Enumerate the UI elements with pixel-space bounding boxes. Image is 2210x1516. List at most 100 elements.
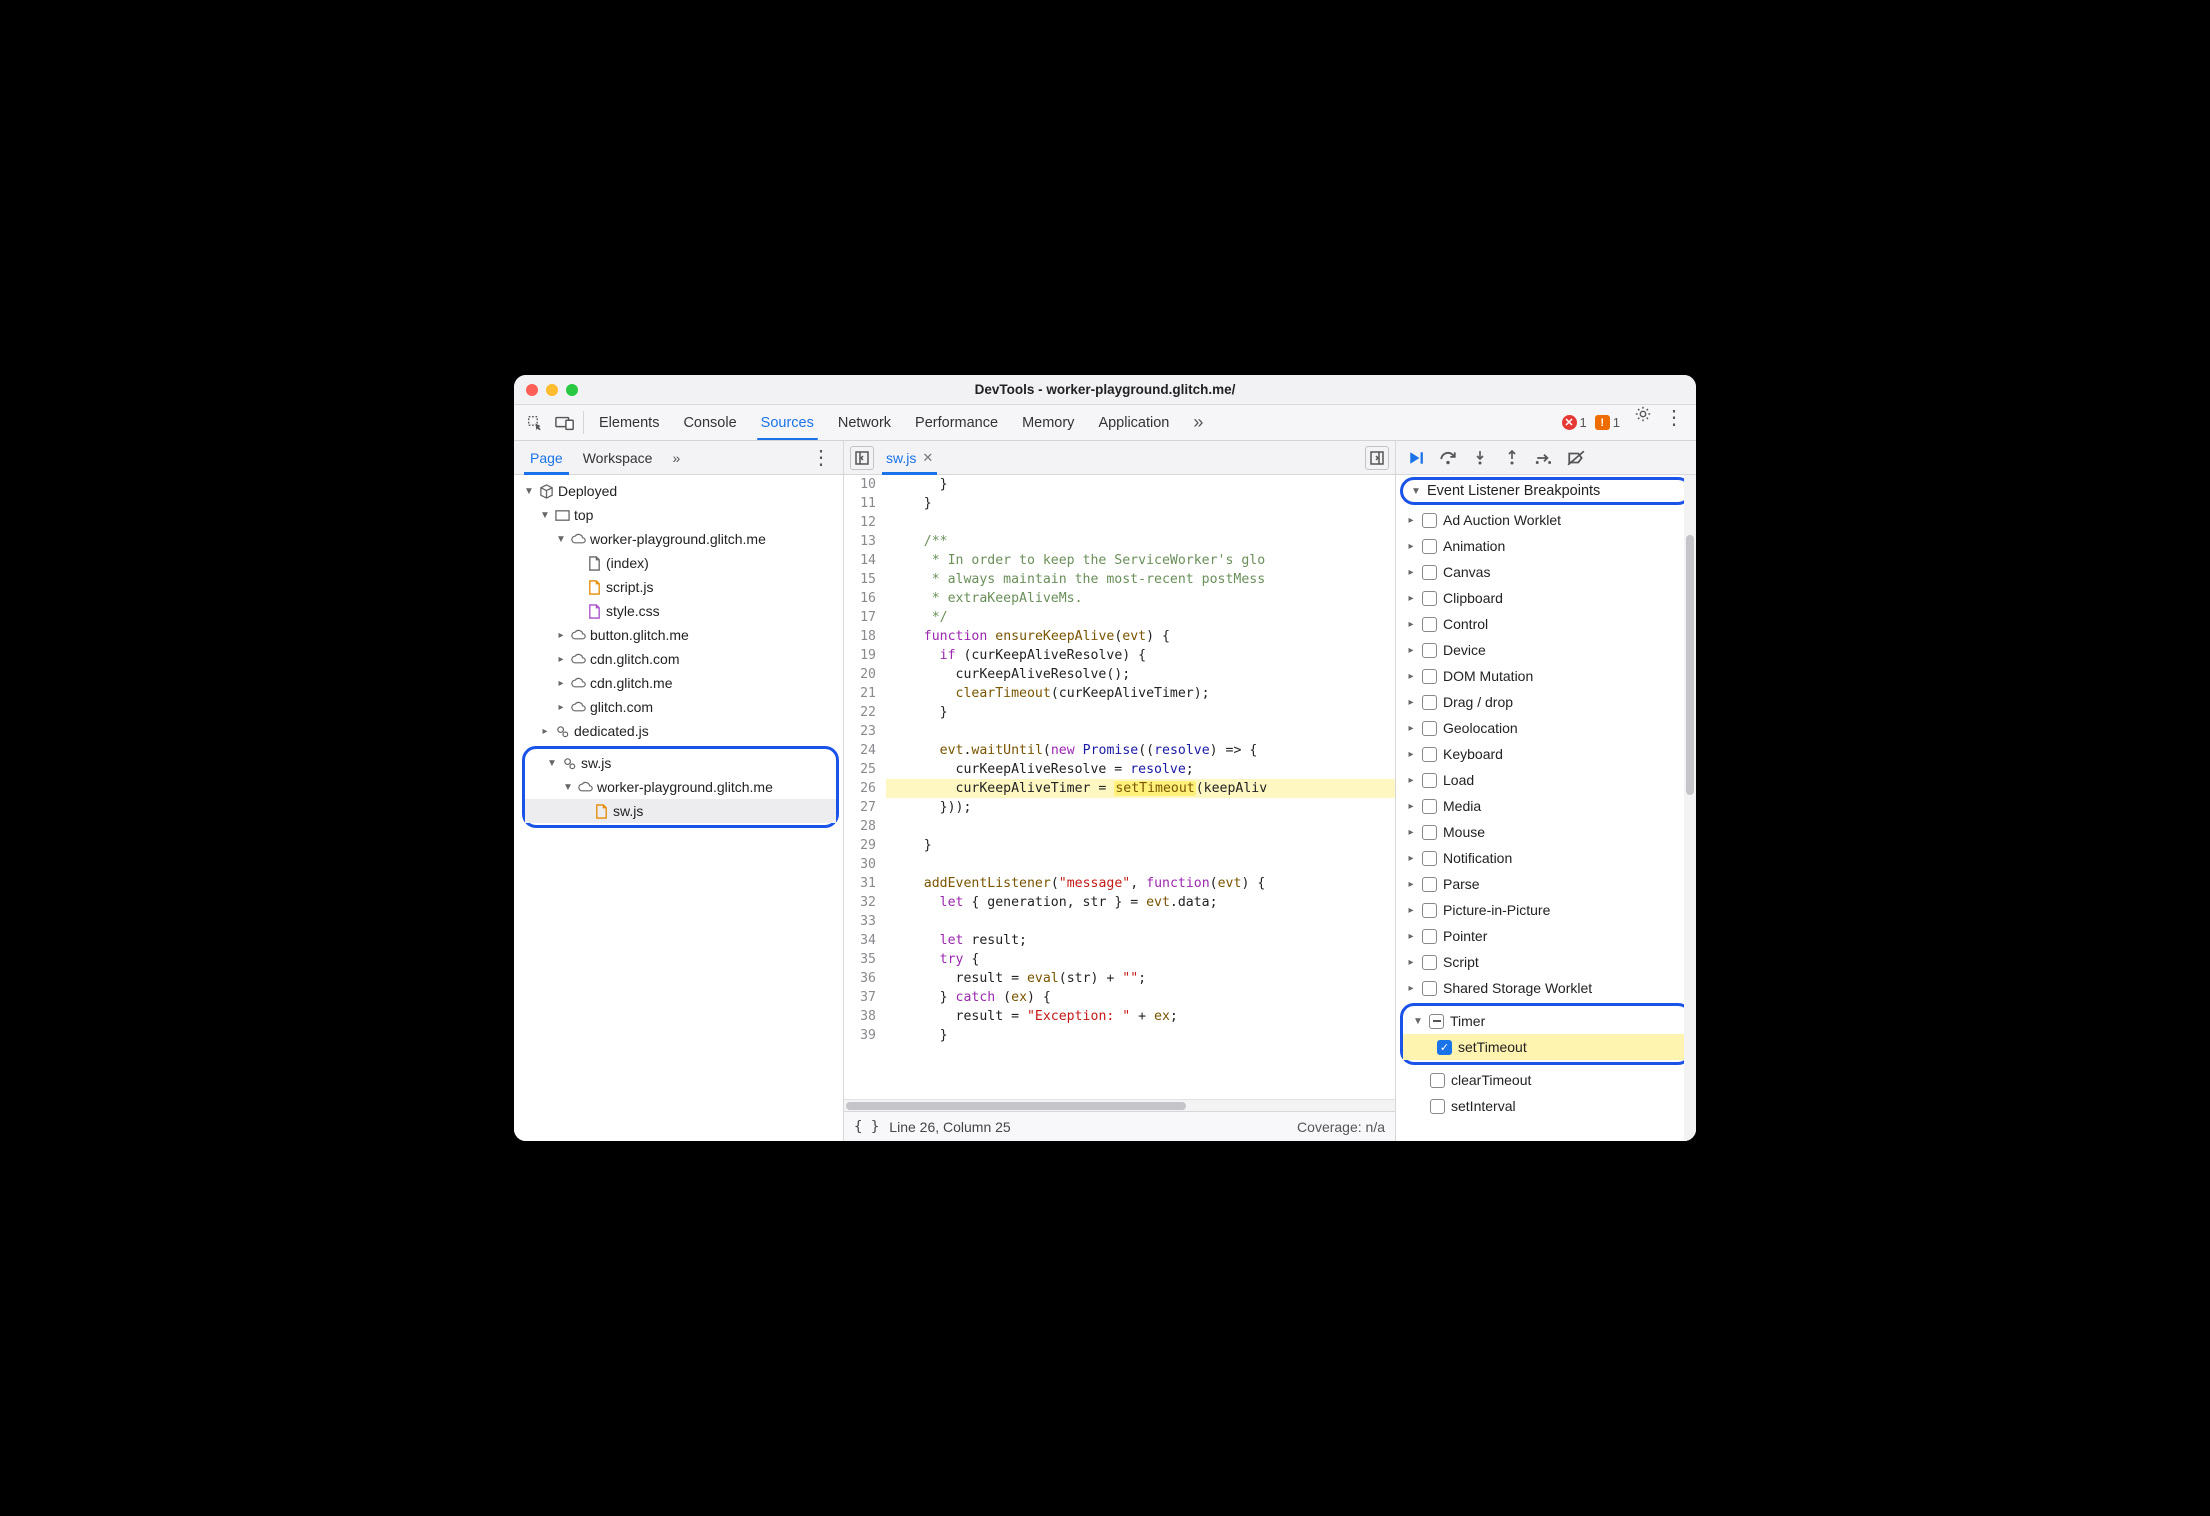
tree-glitch-com[interactable]: ▸ glitch.com bbox=[518, 695, 843, 719]
checkbox-checked-icon[interactable]: ✓ bbox=[1437, 1040, 1452, 1055]
checkbox-icon[interactable] bbox=[1430, 1073, 1445, 1088]
checkbox-icon[interactable] bbox=[1422, 747, 1437, 762]
tree-sw-root[interactable]: ▼ sw.js bbox=[525, 751, 836, 775]
step-into-icon[interactable] bbox=[1470, 448, 1490, 468]
error-counter[interactable]: ✕ 1 bbox=[1562, 405, 1587, 440]
checkbox-icon[interactable] bbox=[1422, 955, 1437, 970]
code-line[interactable]: 35 try { bbox=[844, 950, 1395, 969]
vertical-scrollbar[interactable] bbox=[1684, 475, 1696, 1141]
event-category[interactable]: ▸Script bbox=[1396, 949, 1696, 975]
tree-top[interactable]: ▼ top bbox=[518, 503, 843, 527]
code-line[interactable]: 12 bbox=[844, 513, 1395, 532]
code-line[interactable]: 22 } bbox=[844, 703, 1395, 722]
tree-sw-file[interactable]: ▸ sw.js bbox=[525, 799, 836, 823]
code-line[interactable]: 23 bbox=[844, 722, 1395, 741]
checkbox-icon[interactable] bbox=[1422, 981, 1437, 996]
step-icon[interactable] bbox=[1534, 448, 1554, 468]
tree-dedicated[interactable]: ▸ dedicated.js bbox=[518, 719, 843, 743]
code-line[interactable]: 11 } bbox=[844, 494, 1395, 513]
subtabs-overflow[interactable]: » bbox=[662, 441, 690, 475]
event-category[interactable]: ▸Ad Auction Worklet bbox=[1396, 507, 1696, 533]
checkbox-icon[interactable] bbox=[1422, 565, 1437, 580]
code-line[interactable]: 32 let { generation, str } = evt.data; bbox=[844, 893, 1395, 912]
code-line[interactable]: 39 } bbox=[844, 1026, 1395, 1045]
close-window-button[interactable] bbox=[526, 384, 538, 396]
event-category[interactable]: ▸Keyboard bbox=[1396, 741, 1696, 767]
tree-index[interactable]: ▸ (index) bbox=[518, 551, 843, 575]
code-line[interactable]: 37 } catch (ex) { bbox=[844, 988, 1395, 1007]
code-line[interactable]: 14 * In order to keep the ServiceWorker'… bbox=[844, 551, 1395, 570]
toggle-debugger-icon[interactable] bbox=[1365, 446, 1389, 470]
event-category[interactable]: ▸Canvas bbox=[1396, 559, 1696, 585]
event-category[interactable]: ▸Device bbox=[1396, 637, 1696, 663]
tab-network[interactable]: Network bbox=[826, 405, 903, 440]
event-category[interactable]: ▸Drag / drop bbox=[1396, 689, 1696, 715]
step-out-icon[interactable] bbox=[1502, 448, 1522, 468]
file-tree[interactable]: ▼ Deployed ▼ top ▼ bbox=[514, 475, 843, 1141]
tree-cdn-me[interactable]: ▸ cdn.glitch.me bbox=[518, 671, 843, 695]
event-category[interactable]: ▸Shared Storage Worklet bbox=[1396, 975, 1696, 1001]
checkbox-icon[interactable] bbox=[1422, 617, 1437, 632]
code-line[interactable]: 20 curKeepAliveResolve(); bbox=[844, 665, 1395, 684]
checkbox-icon[interactable] bbox=[1422, 825, 1437, 840]
event-category[interactable]: ▸Mouse bbox=[1396, 819, 1696, 845]
code-line[interactable]: 13 /** bbox=[844, 532, 1395, 551]
close-tab-icon[interactable]: ✕ bbox=[922, 450, 933, 466]
scrollbar-thumb[interactable] bbox=[846, 1102, 1186, 1110]
device-toolbar-icon[interactable] bbox=[550, 405, 580, 441]
event-category[interactable]: ▸Notification bbox=[1396, 845, 1696, 871]
toggle-navigator-icon[interactable] bbox=[850, 446, 874, 470]
navigator-more-icon[interactable]: ⋮ bbox=[805, 445, 837, 470]
tab-console[interactable]: Console bbox=[671, 405, 748, 440]
code-line[interactable]: 34 let result; bbox=[844, 931, 1395, 950]
checkbox-icon[interactable] bbox=[1422, 695, 1437, 710]
subtab-page[interactable]: Page bbox=[520, 441, 573, 475]
tab-application[interactable]: Application bbox=[1086, 405, 1181, 440]
deactivate-breakpoints-icon[interactable] bbox=[1566, 448, 1586, 468]
code-line[interactable]: 10 } bbox=[844, 475, 1395, 494]
zoom-window-button[interactable] bbox=[566, 384, 578, 396]
event-category[interactable]: ▸Clipboard bbox=[1396, 585, 1696, 611]
scrollbar-thumb[interactable] bbox=[1686, 535, 1694, 795]
settings-gear-icon[interactable] bbox=[1628, 405, 1658, 440]
tree-stylecss[interactable]: ▸ style.css bbox=[518, 599, 843, 623]
event-category[interactable]: ▸Media bbox=[1396, 793, 1696, 819]
code-line[interactable]: 36 result = eval(str) + ""; bbox=[844, 969, 1395, 988]
event-category[interactable]: ▸Pointer bbox=[1396, 923, 1696, 949]
inspect-element-icon[interactable] bbox=[520, 405, 550, 441]
code-line[interactable]: 24 evt.waitUntil(new Promise((resolve) =… bbox=[844, 741, 1395, 760]
checkbox-icon[interactable] bbox=[1422, 591, 1437, 606]
editor-tab-swjs[interactable]: sw.js ✕ bbox=[878, 441, 941, 475]
event-category[interactable]: ▸Control bbox=[1396, 611, 1696, 637]
step-over-icon[interactable] bbox=[1438, 448, 1458, 468]
checkbox-icon[interactable] bbox=[1430, 1099, 1445, 1114]
checkbox-icon[interactable] bbox=[1422, 851, 1437, 866]
checkbox-indeterminate-icon[interactable] bbox=[1429, 1014, 1444, 1029]
checkbox-icon[interactable] bbox=[1422, 513, 1437, 528]
minimize-window-button[interactable] bbox=[546, 384, 558, 396]
more-menu-icon[interactable]: ⋮ bbox=[1658, 405, 1690, 440]
event-setinterval[interactable]: setInterval bbox=[1396, 1093, 1696, 1119]
event-category[interactable]: ▸Geolocation bbox=[1396, 715, 1696, 741]
tree-button-glitch[interactable]: ▸ button.glitch.me bbox=[518, 623, 843, 647]
event-category[interactable]: ▸Parse bbox=[1396, 871, 1696, 897]
checkbox-icon[interactable] bbox=[1422, 669, 1437, 684]
code-line[interactable]: 28 bbox=[844, 817, 1395, 836]
tree-sw-origin[interactable]: ▼ worker-playground.glitch.me bbox=[525, 775, 836, 799]
code-line[interactable]: 21 clearTimeout(curKeepAliveTimer); bbox=[844, 684, 1395, 703]
checkbox-icon[interactable] bbox=[1422, 539, 1437, 554]
tree-cdn-com[interactable]: ▸ cdn.glitch.com bbox=[518, 647, 843, 671]
code-line[interactable]: 27 })); bbox=[844, 798, 1395, 817]
code-line[interactable]: 30 bbox=[844, 855, 1395, 874]
horizontal-scrollbar[interactable] bbox=[844, 1099, 1395, 1111]
code-line[interactable]: 17 */ bbox=[844, 608, 1395, 627]
code-line[interactable]: 18 function ensureKeepAlive(evt) { bbox=[844, 627, 1395, 646]
warning-counter[interactable]: ! 1 bbox=[1595, 405, 1620, 440]
tab-elements[interactable]: Elements bbox=[587, 405, 671, 440]
subtab-workspace[interactable]: Workspace bbox=[573, 441, 663, 475]
code-line[interactable]: 19 if (curKeepAliveResolve) { bbox=[844, 646, 1395, 665]
event-categories-list[interactable]: ▸Ad Auction Worklet▸Animation▸Canvas▸Cli… bbox=[1396, 507, 1696, 1141]
code-line[interactable]: 15 * always maintain the most-recent pos… bbox=[844, 570, 1395, 589]
code-editor[interactable]: 10 }11 }1213 /**14 * In order to keep th… bbox=[844, 475, 1395, 1099]
event-category[interactable]: ▸Load bbox=[1396, 767, 1696, 793]
